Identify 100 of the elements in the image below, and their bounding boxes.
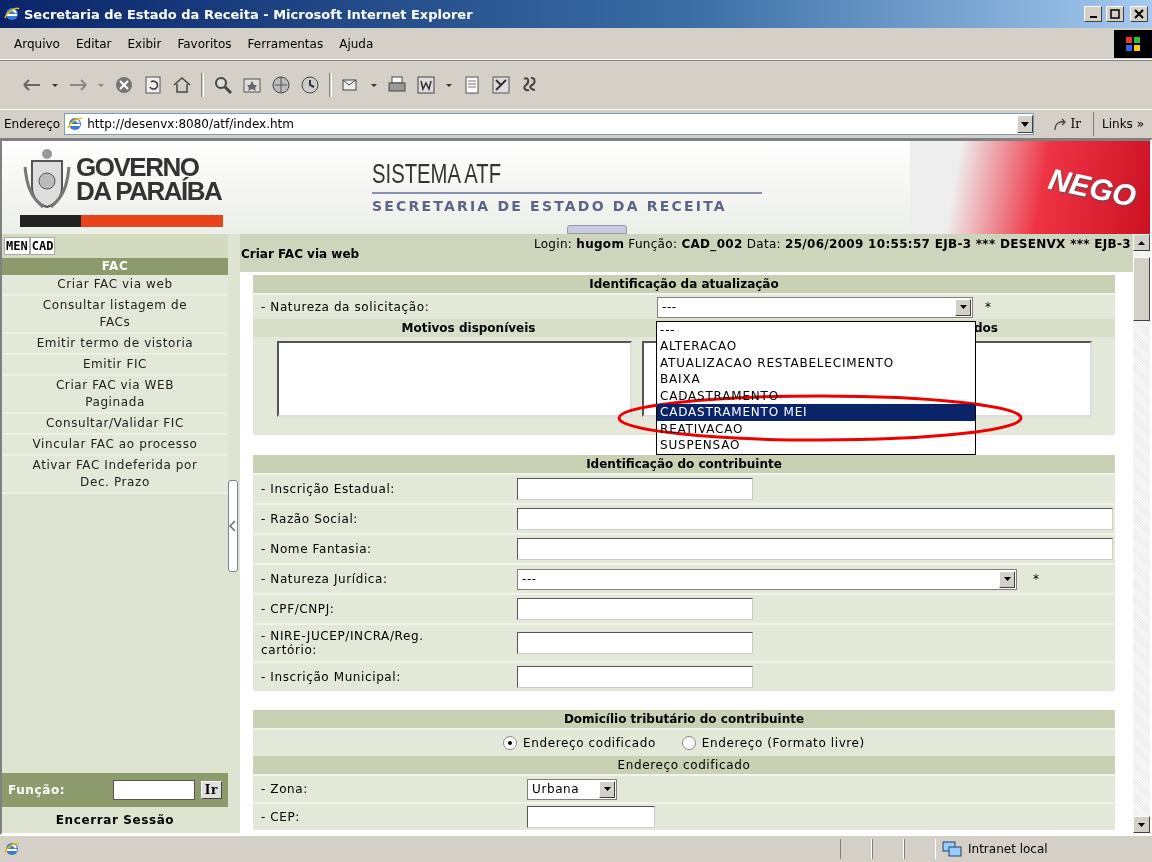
menu-item[interactable]: Emitir FIC (2, 355, 228, 376)
menu-tab[interactable]: CAD (29, 237, 56, 255)
logo-text: DA PARAÍBA (76, 179, 222, 203)
radio-option[interactable]: Endereço codificado (503, 736, 656, 750)
favorites-icon[interactable] (242, 75, 262, 95)
up-arrow-icon (1138, 240, 1145, 245)
windows-logo-icon (1114, 29, 1152, 58)
page-icon (67, 116, 84, 132)
dropdown-option[interactable]: BAIXA (657, 371, 975, 388)
print-icon[interactable] (387, 75, 407, 95)
search-icon[interactable] (213, 75, 233, 95)
section-header: Identificação do contribuinte (253, 455, 1115, 473)
function-label: Função: (8, 783, 67, 797)
maximize-icon (1110, 9, 1120, 19)
field-label: - Inscrição Estadual: (260, 482, 396, 496)
menu-item[interactable]: Criar FAC via WEB Paginada (2, 376, 228, 414)
logout-link[interactable]: Encerrar Sessão (2, 809, 228, 833)
stop-icon[interactable] (114, 75, 134, 95)
dropdown-option[interactable]: --- (657, 321, 975, 338)
intranet-icon (942, 841, 962, 857)
scroll-down-button[interactable] (1133, 816, 1150, 833)
go-arrow-icon (1051, 116, 1068, 132)
close-button[interactable] (1130, 6, 1148, 22)
menu-item[interactable]: Favoritos (169, 34, 240, 53)
select-field[interactable]: --- (517, 568, 1017, 590)
address-dropdown-button[interactable] (1016, 115, 1033, 133)
required-mark: * (1033, 572, 1040, 586)
address-field[interactable]: http://desenvx:8080/atf/index.htm (64, 113, 1034, 135)
menu-item[interactable]: Consultar/Validar FIC (2, 414, 228, 435)
field-label: - CEP: (260, 810, 301, 824)
field-label: - Razão Social: (260, 512, 359, 526)
status-panel (840, 839, 872, 859)
text-field[interactable] (517, 666, 753, 688)
menu-item[interactable]: Ferramentas (239, 34, 332, 53)
text-field[interactable] (517, 632, 753, 654)
dropdown-option[interactable]: REATIVACAO (657, 420, 975, 437)
messenger-icon[interactable] (491, 75, 511, 95)
text-field[interactable] (517, 508, 1113, 530)
text-field[interactable] (517, 538, 1113, 560)
status-panel (872, 839, 904, 859)
menu-item[interactable]: Exibir (119, 34, 170, 53)
edit-icon[interactable] (416, 75, 436, 95)
field-label: - CPF/CNPJ: (260, 602, 336, 616)
home-icon[interactable] (172, 75, 192, 95)
status-panel (904, 839, 936, 859)
links-button[interactable]: Links » (1098, 117, 1148, 131)
menu-item[interactable]: Editar (67, 34, 120, 53)
caret-icon (1003, 577, 1011, 581)
history-icon[interactable] (300, 75, 320, 95)
section-header: Identificação da atualização (253, 275, 1115, 293)
radio-button[interactable] (681, 736, 696, 750)
session-info: Login: hugom Função: CAD_002 Data: 25/06/2009 10:55:57 EJB-3 *** DESENVX *** EJB-3 (532, 236, 1132, 252)
available-reasons-list[interactable] (277, 341, 632, 417)
go-button[interactable]: Ir (200, 781, 222, 799)
menu-item[interactable]: Vincular FAC ao processo (2, 435, 228, 456)
browser-icon (4, 6, 20, 22)
text-field[interactable] (527, 806, 655, 828)
select-field[interactable]: Urbana (527, 778, 617, 800)
collapse-handle[interactable] (567, 225, 627, 234)
security-zone: Intranet local (968, 842, 1048, 856)
menu-item[interactable]: Consultar listagem de FACs (2, 296, 228, 334)
media-icon[interactable] (271, 75, 291, 95)
address-label: Endereço (4, 117, 61, 131)
scroll-up-button[interactable] (1133, 234, 1150, 251)
radio-option[interactable]: Endereço (Formato livre) (681, 736, 865, 750)
refresh-icon[interactable] (143, 75, 163, 95)
menu-item[interactable]: Ajuda (331, 34, 382, 53)
menu-item[interactable]: Arquivo (6, 34, 68, 53)
menu-item[interactable]: Criar FAC via web (2, 275, 228, 296)
window-title: Secretaria de Estado da Receita - Microsoft Internet Explorer (24, 6, 474, 22)
column-header: dos (974, 321, 998, 335)
menu-item[interactable]: Ativar FAC Indeferida por Dec. Prazo (2, 456, 228, 494)
caret-icon (1020, 121, 1029, 127)
go-button[interactable]: Ir (1037, 112, 1094, 136)
scrollbar-thumb[interactable] (1133, 257, 1150, 321)
minimize-icon (1089, 16, 1097, 18)
page-title: Criar FAC via web (241, 246, 360, 261)
menu-item[interactable]: Emitir termo de vistoria (2, 334, 228, 355)
document-icon[interactable] (462, 75, 482, 95)
field-label: - NIRE-JUCEP/INCRA/Reg. cartório: (260, 629, 425, 657)
menu-section-header: FAC (2, 258, 228, 275)
menu-tab[interactable]: MEN (4, 237, 30, 255)
minimize-button[interactable] (1084, 6, 1102, 22)
system-title: SISTEMA ATF (372, 159, 503, 190)
department-subtitle: SECRETARIA DE ESTADO DA RECEITA (372, 198, 728, 214)
dropdown-option[interactable]: ALTERACAO (657, 338, 975, 355)
coat-of-arms-icon (22, 147, 72, 211)
field-label: - Natureza Jurídica: (260, 572, 389, 586)
function-input[interactable] (112, 780, 195, 800)
text-field[interactable] (517, 478, 753, 500)
field-label: - Nome Fantasia: (260, 542, 373, 556)
maximize-button[interactable] (1106, 6, 1124, 22)
brand-banner: NEGO (910, 141, 1150, 234)
dropdown-option[interactable]: ATUALIZACAO RESTABELECIMENTO (657, 354, 975, 371)
dropdown-option[interactable]: CADASTRAMENTO MEI (657, 404, 975, 421)
splitter-handle[interactable] (228, 480, 238, 572)
radio-button[interactable] (503, 736, 518, 750)
caret-icon (603, 787, 611, 791)
text-field[interactable] (517, 598, 753, 620)
dropdown-option[interactable]: SUSPENSAO (657, 437, 975, 454)
